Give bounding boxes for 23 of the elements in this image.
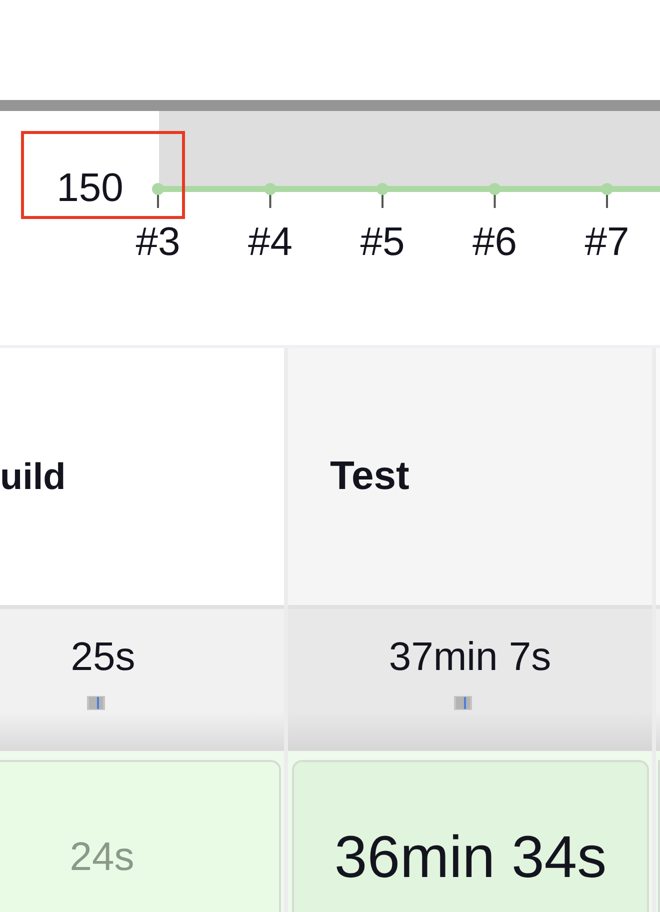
axis-tick: [157, 194, 159, 208]
stage-duration[interactable]: 36min 34s: [292, 760, 649, 912]
x-axis-label: #6: [472, 220, 517, 264]
stage-header: uild: [0, 348, 284, 609]
stage-header: Test: [288, 348, 652, 609]
mini-bar-icon: [86, 696, 104, 710]
x-axis-label: #3: [136, 220, 180, 264]
x-axis-label: #7: [584, 220, 630, 264]
mini-bar-icon: [454, 696, 472, 710]
chart-point: [601, 183, 613, 195]
chart-point: [264, 183, 276, 195]
chart-point: [488, 183, 501, 195]
average-duration: 25s: [70, 635, 136, 679]
average-duration: 37min 7s: [388, 635, 552, 679]
axis-tick: [269, 194, 272, 208]
x-axis-label: #4: [248, 220, 292, 264]
axis-tick: [494, 194, 496, 208]
axis-tick: [382, 194, 384, 208]
chart-point: [152, 183, 164, 195]
axis-tick: [606, 194, 608, 208]
y-axis-label: 150: [56, 166, 124, 210]
chart-point: [376, 183, 388, 195]
x-axis-label: #5: [360, 220, 405, 264]
